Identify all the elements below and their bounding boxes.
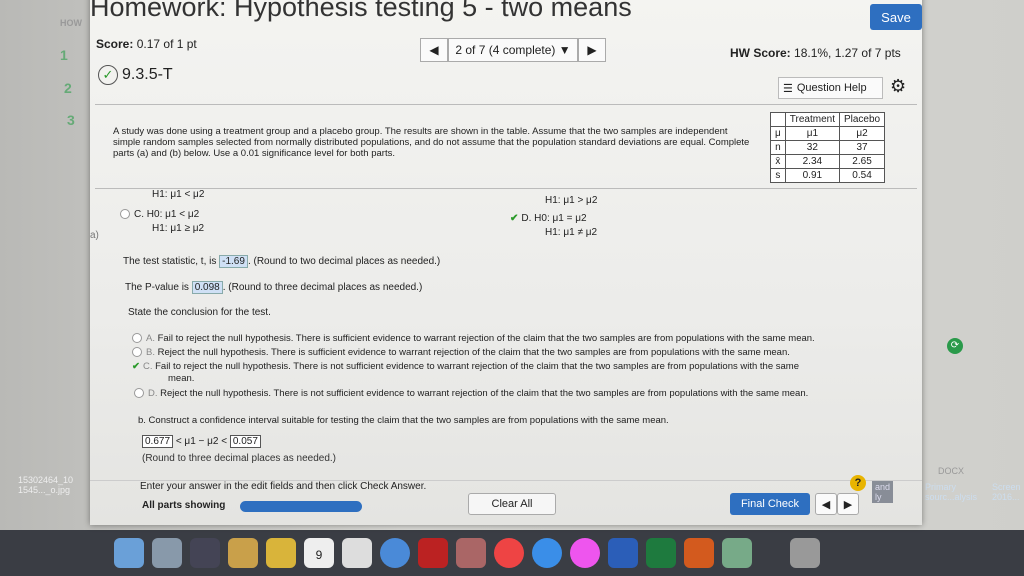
table-row: s 0.91 0.54 bbox=[770, 168, 886, 183]
desktop-file[interactable]: Primary sourc...alysis bbox=[925, 482, 977, 502]
system-preferences-icon[interactable] bbox=[722, 538, 752, 568]
data-table: Treatment Placebo μ μ1 μ2 n 32 37 x̄ 2.34 2.65 … bbox=[770, 112, 886, 183]
footer-instruction: Enter your answer in the edit fields and… bbox=[140, 481, 427, 492]
desktop-file[interactable]: Screen 2016... bbox=[992, 482, 1021, 502]
bg-label: HOW bbox=[60, 18, 82, 28]
window-title: Homework: Hypothesis testing 5 - two mea… bbox=[90, 0, 632, 22]
next-button[interactable]: ▶ bbox=[837, 493, 859, 515]
homework-window: Homework: Hypothesis testing 5 - two mea… bbox=[90, 0, 963, 525]
rocket-icon[interactable] bbox=[190, 538, 220, 568]
finder-icon[interactable] bbox=[114, 538, 144, 568]
bg-label: 1 bbox=[60, 47, 68, 63]
table-row: μ μ1 μ2 bbox=[770, 126, 886, 141]
footer-bar: Enter your answer in the edit fields and… bbox=[90, 475, 922, 525]
next-question-button[interactable]: ▶ bbox=[578, 38, 606, 62]
question-selector[interactable]: 2 of 7 (4 complete) ▼ bbox=[448, 38, 578, 62]
divider bbox=[95, 104, 917, 105]
final-check-button[interactable]: Final Check bbox=[730, 493, 810, 515]
table-row: x̄ 2.34 2.65 bbox=[770, 154, 886, 169]
clear-all-button[interactable]: Clear All bbox=[468, 493, 556, 515]
question-help-label: Question Help bbox=[796, 82, 867, 94]
conclusion-option-c[interactable]: ✔ C. Fail to reject the null hypothesis. … bbox=[132, 361, 799, 372]
ci-upper-input[interactable]: 0.057 bbox=[229, 435, 261, 448]
hypothesis-text: H1: μ1 ≠ μ2 bbox=[545, 227, 598, 238]
question-position: 2 of 7 (4 complete) bbox=[455, 43, 556, 57]
conclusion-option-a[interactable]: A. Fail to reject the null hypothesis. T… bbox=[132, 333, 815, 344]
help-icon[interactable]: ? bbox=[850, 475, 866, 491]
contacts-icon[interactable] bbox=[228, 538, 258, 568]
reminders-icon[interactable] bbox=[342, 538, 372, 568]
ci-expression: < μ1 − μ2 < bbox=[175, 436, 228, 447]
messages-icon[interactable] bbox=[380, 538, 410, 568]
check-icon: ✔ bbox=[132, 361, 140, 372]
option-d-hypothesis[interactable]: ✔ D. H0: μ1 = μ2 bbox=[510, 213, 587, 224]
refresh-icon[interactable]: ⟳ bbox=[947, 338, 963, 354]
chrome-icon[interactable] bbox=[494, 538, 524, 568]
score-label: Score: bbox=[96, 37, 134, 51]
desktop-file[interactable]: and ly bbox=[872, 481, 894, 503]
desktop-file[interactable]: DOCX bbox=[938, 466, 964, 476]
bg-label: 2 bbox=[64, 80, 72, 96]
bg-label: 3 bbox=[67, 112, 75, 128]
conclusion-option-d[interactable]: D. Reject the null hypothesis. There is … bbox=[134, 388, 808, 399]
list-icon: ☰ bbox=[783, 82, 793, 95]
check-icon: ✔ bbox=[510, 213, 519, 224]
option-c-hypothesis[interactable]: C. H0: μ1 < μ2 bbox=[120, 209, 199, 220]
notes-icon[interactable] bbox=[266, 538, 296, 568]
question-help-button[interactable]: ☰ Question Help bbox=[778, 77, 883, 99]
prev-question-button[interactable]: ◀ bbox=[420, 38, 448, 62]
radio-button[interactable] bbox=[120, 209, 130, 220]
table-row: n 32 37 bbox=[770, 140, 886, 155]
col-header: Treatment bbox=[784, 112, 840, 127]
photos-icon[interactable] bbox=[456, 538, 486, 568]
col-header: Placebo bbox=[838, 112, 886, 127]
p-value-answer[interactable]: 0.098 bbox=[191, 281, 223, 294]
hw-score-value: 18.1%, 1.27 of 7 pts bbox=[794, 46, 901, 60]
ci-lower-input[interactable]: 0.677 bbox=[142, 435, 174, 448]
excel-icon[interactable] bbox=[646, 538, 676, 568]
prev-button[interactable]: ◀ bbox=[815, 493, 837, 515]
rounding-note: (Round to three decimal places as needed… bbox=[142, 453, 337, 464]
word-icon[interactable] bbox=[608, 538, 638, 568]
hypothesis-text: H1: μ1 ≥ μ2 bbox=[152, 223, 205, 234]
part-b-prompt: b. Construct a confidence interval suita… bbox=[138, 415, 669, 426]
photo-booth-icon[interactable] bbox=[418, 538, 448, 568]
test-statistic-answer[interactable]: -1.69 bbox=[219, 255, 248, 268]
powerpoint-icon[interactable] bbox=[684, 538, 714, 568]
hypothesis-text: H1: μ1 < μ2 bbox=[152, 189, 205, 200]
question-text: A study was done using a treatment group… bbox=[113, 126, 750, 159]
dock: 9 bbox=[100, 530, 980, 576]
score-value: 0.17 of 1 pt bbox=[136, 37, 197, 51]
conclusion-prompt: State the conclusion for the test. bbox=[128, 307, 271, 318]
app-store-icon[interactable] bbox=[532, 538, 562, 568]
parts-showing-label: All parts showing bbox=[142, 500, 226, 511]
question-id: 9.3.5-T bbox=[122, 66, 173, 83]
hw-score-label: HW Score: bbox=[730, 46, 791, 60]
part-label: a) bbox=[90, 230, 99, 241]
gear-icon[interactable]: ⚙ bbox=[890, 76, 906, 97]
launchpad-icon[interactable] bbox=[152, 538, 182, 568]
save-button[interactable]: Save bbox=[870, 4, 922, 30]
itunes-icon[interactable] bbox=[570, 538, 600, 568]
progress-bar bbox=[240, 501, 362, 512]
option-text-continued: mean. bbox=[168, 373, 195, 384]
hypothesis-text: H1: μ1 > μ2 bbox=[545, 195, 598, 206]
conclusion-option-b[interactable]: B. Reject the null hypothesis. There is … bbox=[132, 347, 790, 358]
partial-credit-icon: ✓ bbox=[98, 65, 118, 85]
trash-icon[interactable] bbox=[790, 538, 820, 568]
divider bbox=[95, 188, 917, 189]
calendar-icon[interactable]: 9 bbox=[304, 538, 334, 568]
desktop-file[interactable]: 15302464_10 1545..._o.jpg bbox=[18, 475, 73, 495]
